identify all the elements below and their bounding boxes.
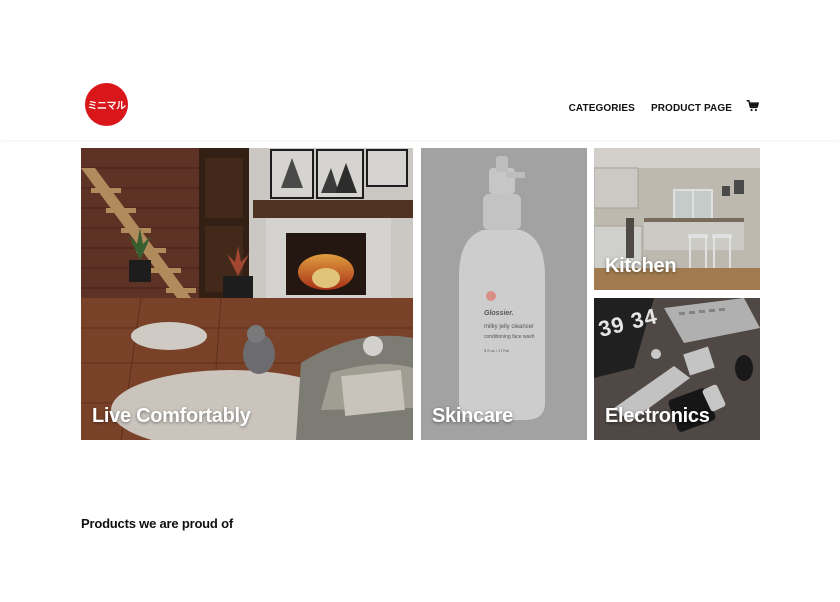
- logo-text: ミニマル: [87, 101, 127, 112]
- nav-categories-link[interactable]: CATEGORIES: [569, 103, 635, 114]
- bottle-brand: Glossier.: [484, 310, 514, 317]
- bottle-size: 5 fl oz / 177ml: [484, 347, 509, 353]
- tile-label: Live Comfortably: [92, 405, 251, 427]
- bottle-desc: conditioning face wash: [484, 333, 535, 340]
- category-tile-skincare[interactable]: Glossier. milky jelly cleanser condition…: [421, 148, 587, 440]
- site-header: ミニマル CATEGORIES PRODUCT PAGE: [0, 0, 840, 140]
- tile-label: Kitchen: [605, 255, 677, 277]
- tile-label: Skincare: [432, 405, 513, 427]
- nav-product-page-link[interactable]: PRODUCT PAGE: [651, 103, 732, 114]
- living-room-image: [81, 148, 413, 440]
- category-tile-kitchen[interactable]: Kitchen: [594, 148, 760, 290]
- bottle-label: Glossier. milky jelly cleanser condition…: [484, 310, 554, 353]
- category-tile-live-comfortably[interactable]: Live Comfortably: [81, 148, 413, 440]
- skincare-bottle-image: [421, 148, 587, 440]
- bottle-name: milky jelly cleanser: [484, 324, 535, 331]
- category-tile-electronics[interactable]: 39 34 Electronics: [594, 298, 760, 440]
- main-nav: CATEGORIES PRODUCT PAGE: [569, 99, 760, 118]
- products-section-title: Products we are proud of: [81, 515, 233, 531]
- brand-logo[interactable]: ミニマル: [85, 83, 128, 126]
- shopping-cart-icon[interactable]: [746, 99, 760, 118]
- tile-label: Electronics: [605, 405, 710, 427]
